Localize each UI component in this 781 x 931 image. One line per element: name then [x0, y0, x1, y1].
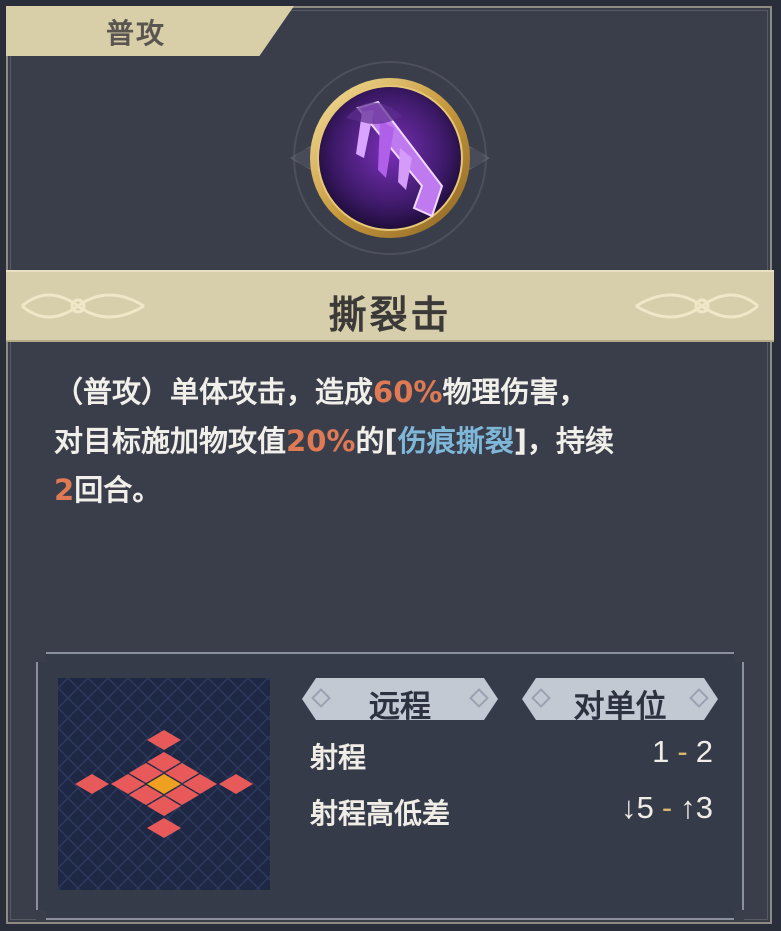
description-line-3: 2回合。 — [54, 466, 744, 515]
debuff-link[interactable]: 伤痕撕裂 — [398, 424, 514, 458]
corner-notch — [734, 652, 744, 662]
skill-description: （普攻）单体攻击，造成60%物理伤害， 对目标施加物攻值20%的[伤痕撕裂]，持… — [54, 368, 744, 515]
height-up: 3 — [695, 790, 713, 825]
skill-icon-frame — [282, 58, 498, 258]
debuff-percent: 20% — [286, 424, 356, 458]
arrow-up-icon: ↑ — [680, 790, 696, 825]
skill-title: 撕裂击 — [328, 293, 452, 337]
corner-notch — [36, 910, 46, 920]
range-value: 1-2 — [652, 734, 713, 770]
corner-notch — [36, 652, 46, 662]
description-line-2: 对目标施加物攻值20%的[伤痕撕裂]，持续 — [54, 417, 744, 466]
attack-type-label: 远程 — [369, 689, 431, 725]
duration-turns: 2 — [54, 473, 75, 507]
attack-type-badge: 远程 — [302, 678, 498, 720]
height-diff-label: 射程高低差 — [310, 797, 451, 830]
damage-percent: 60% — [373, 375, 443, 409]
skill-title-bar: 撕裂击 — [6, 270, 774, 342]
height-down: 5 — [636, 790, 654, 825]
description-text: 的[ — [355, 424, 398, 458]
description-text: （普攻）单体攻击，造成 — [54, 375, 374, 409]
range-separator: - — [677, 734, 688, 769]
description-text: 物理伤害， — [442, 375, 588, 409]
description-line-1: （普攻）单体攻击，造成60%物理伤害， — [54, 368, 744, 417]
target-type-label: 对单位 — [573, 689, 667, 725]
height-diff-value: ↓5- ↑3 — [621, 790, 713, 826]
skill-category-label: 普攻 — [106, 17, 167, 50]
corner-notch — [734, 910, 744, 920]
range-max: 2 — [695, 734, 713, 769]
range-pattern — [58, 678, 270, 890]
arrow-down-icon: ↓ — [621, 790, 637, 825]
range-grid — [58, 678, 270, 890]
target-type-badge: 对单位 — [522, 678, 718, 720]
description-text: ]，持续 — [513, 424, 614, 458]
range-min: 1 — [652, 734, 670, 769]
description-text: 对目标施加物攻值 — [54, 424, 287, 458]
purple-claw-icon — [290, 61, 490, 255]
range-label: 射程 — [310, 741, 367, 774]
description-text: 回合。 — [74, 473, 162, 507]
height-separator: - — [661, 790, 673, 825]
